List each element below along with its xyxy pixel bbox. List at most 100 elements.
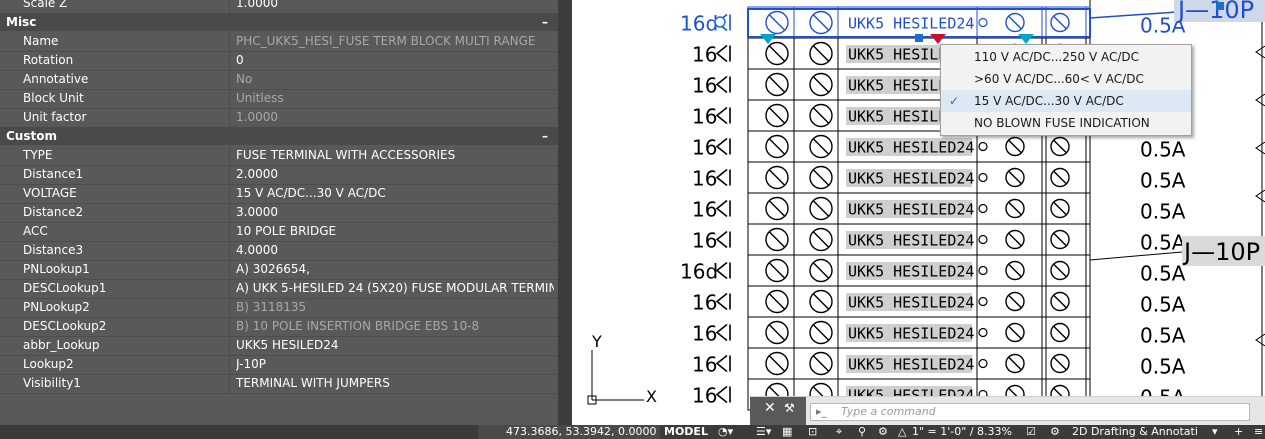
fuse-rating: 0.5A	[1140, 138, 1186, 162]
property-row[interactable]: Distance3 4.0000	[0, 241, 558, 261]
ucs-x-label: X	[646, 387, 657, 406]
command-line-tools: ✕ ⚒	[750, 397, 806, 426]
misc-section-header[interactable]: Misc –	[0, 13, 558, 31]
collapse-icon[interactable]: –	[542, 13, 548, 31]
column-divider	[229, 184, 230, 203]
property-row[interactable]: Rotation 0	[0, 51, 558, 71]
polar-icon[interactable]: ⊡	[808, 425, 817, 439]
property-row[interactable]: Lookup2 J-10P	[0, 355, 558, 375]
lineweight-icon[interactable]: ⚲	[858, 425, 866, 439]
property-row[interactable]: abbr_Lookup UKK5 HESILED24	[0, 336, 558, 356]
property-row[interactable]: TYPE FUSE TERMINAL WITH ACCESSORIES	[0, 146, 558, 166]
status-bar: 473.3686, 53.3942, 0.0000 MODEL ◔▾ ☰▾ ▦ …	[0, 425, 1265, 439]
column-divider	[229, 279, 230, 298]
terminal-number: 16d	[680, 12, 718, 36]
led-symbol	[978, 358, 988, 369]
property-value[interactable]: 2.0000	[236, 165, 554, 184]
insertion-grip[interactable]	[714, 16, 726, 28]
dropdown-option[interactable]: ✓ 15 V AC/DC...30 V AC/DC	[941, 90, 1191, 112]
part-label: UKK5 HESILED24	[848, 15, 974, 33]
grip-square[interactable]	[915, 34, 923, 42]
custom-section-header[interactable]: Custom –	[0, 127, 558, 145]
fuse-rating: 0.5A	[1140, 200, 1186, 224]
lookup-grip[interactable]	[930, 34, 946, 44]
workspace-switch[interactable]: 2D Drafting & Annotati	[1072, 425, 1198, 439]
lookup-dropdown[interactable]: 110 V AC/DC...250 V AC/DC >60 V AC/DC...6…	[940, 44, 1192, 136]
model-space-button[interactable]: MODEL	[664, 425, 708, 439]
dropdown-option[interactable]: >60 V AC/DC...60< V AC/DC	[941, 68, 1191, 90]
property-row[interactable]: VOLTAGE 15 V AC/DC...30 V AC/DC	[0, 184, 558, 204]
add-button[interactable]: +	[1234, 425, 1243, 439]
wrench-icon[interactable]: ⚒	[784, 401, 795, 415]
close-icon[interactable]: ✕	[764, 400, 776, 416]
annotation-autoscale-icon[interactable]: ☑	[1026, 425, 1036, 439]
property-row[interactable]: Name PHC_UKK5_HESI_FUSE TERM BLOCK MULTI …	[0, 32, 558, 52]
palette-splitter[interactable]	[558, 0, 572, 425]
dropdown-option[interactable]: NO BLOWN FUSE INDICATION	[941, 112, 1191, 134]
jumper-grip[interactable]	[1216, 2, 1224, 10]
annotation-visibility-icon[interactable]: ⚙	[878, 425, 888, 439]
fuse-rating: 0.5A	[1140, 231, 1186, 255]
property-row[interactable]: DESCLookup2 B) 10 POLE INSERTION BRIDGE E…	[0, 317, 558, 337]
property-value[interactable]: TERMINAL WITH JUMPERS	[236, 374, 554, 393]
part-label: UKK5 HESILED24	[848, 356, 974, 374]
property-row[interactable]: Visibility1 TERMINAL WITH JUMPERS	[0, 374, 558, 394]
property-value[interactable]: B) 10 POLE INSERTION BRIDGE EBS 10-8	[236, 317, 554, 336]
led-symbol	[978, 172, 988, 183]
screw-slash	[768, 14, 786, 31]
screw-slash	[812, 200, 830, 217]
property-row[interactable]: PNLookup2 B) 3118135	[0, 298, 558, 318]
screw-slash	[812, 169, 830, 186]
edge-mark	[1255, 93, 1265, 107]
led-symbol	[978, 203, 988, 214]
property-row[interactable]: ACC 10 POLE BRIDGE	[0, 222, 558, 242]
property-value[interactable]: A) UKK 5-HESILED 24 (5X20) FUSE MODULAR …	[236, 279, 554, 298]
menu-icon[interactable]: ≡	[1254, 425, 1263, 439]
object-snap-icon[interactable]: ⌖	[836, 425, 842, 439]
property-value[interactable]: UKK5 HESILED24	[236, 336, 554, 355]
workspace-gear-icon[interactable]: ⚙	[1050, 425, 1060, 439]
annotation-scale-icon[interactable]: △	[898, 425, 906, 439]
property-row[interactable]: DESCLookup1 A) UKK 5-HESILED 24 (5X20) FU…	[0, 279, 558, 299]
property-value[interactable]: 1.0000	[236, 0, 554, 13]
property-value[interactable]: 0	[236, 51, 554, 70]
terminal-number: 16	[692, 353, 717, 377]
property-name: VOLTAGE	[23, 186, 77, 200]
screw-slash	[768, 293, 786, 310]
property-value[interactable]: FUSE TERMINAL WITH ACCESSORIES	[236, 146, 554, 165]
property-row[interactable]: Unit factor 1.0000	[0, 108, 558, 128]
property-name: DESCLookup1	[23, 281, 107, 295]
property-value[interactable]: 15 V AC/DC...30 V AC/DC	[236, 184, 554, 203]
property-name: Scale Z	[23, 0, 68, 10]
property-row[interactable]: Distance2 3.0000	[0, 203, 558, 223]
property-value[interactable]: A) 3026654,	[236, 260, 554, 279]
property-value[interactable]: PHC_UKK5_HESI_FUSE TERM BLOCK MULTI RANG…	[236, 32, 554, 51]
dropdown-option[interactable]: 110 V AC/DC...250 V AC/DC	[941, 46, 1191, 68]
command-input[interactable]: Type a command	[810, 403, 1250, 421]
property-row[interactable]: Distance1 2.0000	[0, 165, 558, 185]
fuse-rating: 0.5A	[1140, 262, 1186, 286]
collapse-icon[interactable]: –	[542, 127, 548, 145]
property-value[interactable]: J-10P	[236, 355, 554, 374]
screw-slash	[1053, 232, 1067, 247]
terminal-arrow	[715, 323, 731, 342]
annotation-scale-value[interactable]: 1" = 1'-0" / 8.33%	[912, 425, 1012, 439]
property-value[interactable]: 10 POLE BRIDGE	[236, 222, 554, 241]
property-value[interactable]: B) 3118135	[236, 298, 554, 317]
property-row[interactable]: Block Unit Unitless	[0, 89, 558, 109]
workspace-chevron-down-icon[interactable]: ▾	[1212, 425, 1218, 439]
grid-icon[interactable]: ▦	[782, 425, 792, 439]
screw-slash	[1053, 356, 1067, 371]
property-row[interactable]: PNLookup1 A) 3026654,	[0, 260, 558, 280]
column-divider	[229, 51, 230, 70]
property-value[interactable]: 3.0000	[236, 203, 554, 222]
property-value[interactable]: 4.0000	[236, 241, 554, 260]
property-value[interactable]: No	[236, 70, 554, 89]
property-value[interactable]: Unitless	[236, 89, 554, 108]
flip-grip[interactable]	[1018, 34, 1034, 44]
snap-mode-icon[interactable]: ◔▾	[718, 425, 733, 439]
property-value[interactable]: 1.0000	[236, 108, 554, 127]
property-row[interactable]: Scale Z 1.0000	[0, 0, 558, 14]
property-row[interactable]: Annotative No	[0, 70, 558, 90]
ortho-icon[interactable]: ☰▾	[756, 425, 771, 439]
